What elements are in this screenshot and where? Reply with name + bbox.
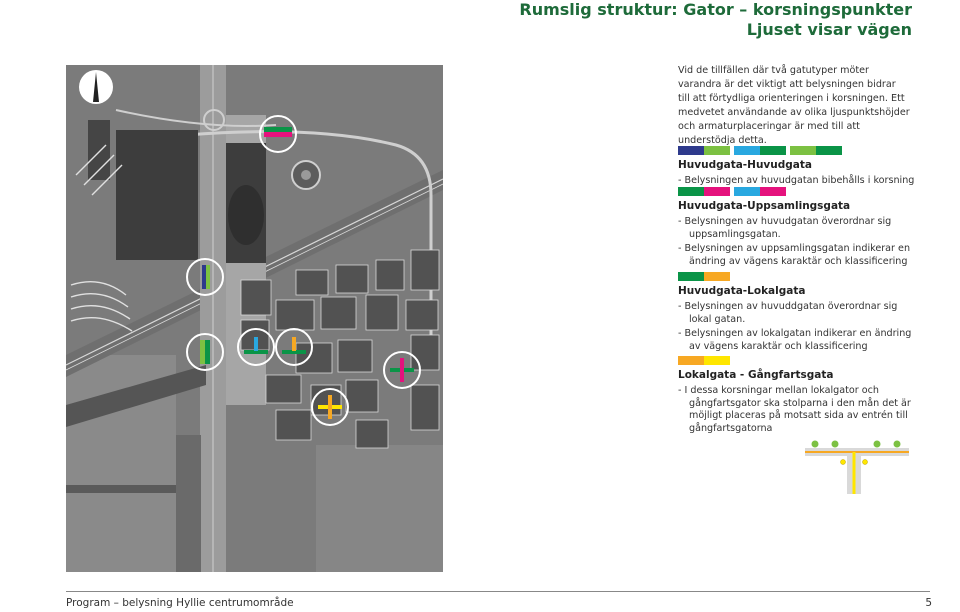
- bullet-item: - Belysningen av lokalgatan indikerar en…: [678, 328, 912, 352]
- footer-document-title: Program – belysning Hyllie centrumområde: [66, 597, 294, 609]
- swatch-cyan: [734, 187, 760, 196]
- color-swatch-group: [678, 356, 918, 365]
- swatch-yellow: [704, 356, 730, 365]
- bullet-text: Belysningen av huvudgatan bibehålls i ko…: [684, 175, 915, 186]
- bullet-item: - Belysningen av huvudgatan överordnar s…: [678, 216, 892, 240]
- page-title-line1: Rumslig struktur: Gator – korsningspunkt…: [519, 0, 912, 19]
- bullet-item: - Belysningen av uppsamlingsgatan indike…: [678, 243, 911, 267]
- swatch-dark-green: [678, 272, 704, 281]
- intro-paragraph: Vid de tillfällen där två gatutyper möte…: [678, 65, 910, 146]
- swatch-dark-green: [760, 146, 786, 155]
- section-huvudgata-lokalgata: Huvudgata-Lokalgata - Belysningen av huv…: [678, 272, 918, 355]
- swatch-pair: [790, 146, 842, 155]
- section-huvudgata-uppsamlingsgata: Huvudgata-Uppsamlingsgata - Belysningen …: [678, 187, 918, 270]
- section-title: Huvudgata-Uppsamlingsgata: [678, 200, 851, 212]
- swatch-orange: [678, 356, 704, 365]
- color-swatch-group: [678, 146, 918, 155]
- bullet-item: - I dessa korsningar mellan lokalgator o…: [678, 385, 911, 434]
- color-swatch-group: [678, 272, 918, 281]
- bullet-text: Belysningen av lokalgatan indikerar en ä…: [684, 328, 912, 352]
- bullet-item: - Belysningen av huvudgatan bibehålls i …: [678, 175, 915, 186]
- section-title: Lokalgata - Gångfartsgata: [678, 369, 834, 381]
- swatch-dark-green: [816, 146, 842, 155]
- swatch-pair: [678, 146, 730, 155]
- swatch-light-green: [704, 146, 730, 155]
- junction-diagram-drawing: [805, 440, 909, 494]
- swatch-magenta: [704, 187, 730, 196]
- swatch-pair: [678, 187, 730, 196]
- swatch-dark-green: [678, 187, 704, 196]
- swatch-orange: [704, 272, 730, 281]
- swatch-navy: [678, 146, 704, 155]
- site-plan-drawing: [66, 65, 443, 572]
- swatch-pair: [734, 146, 786, 155]
- section-huvudgata-huvudgata: Huvudgata-Huvudgata - Belysningen av huv…: [678, 146, 918, 190]
- bullet-text: Belysningen av huvudgatan överordnar sig…: [684, 216, 892, 240]
- section-lokalgata-gangfartsgata: Lokalgata - Gångfartsgata - I dessa kors…: [678, 356, 918, 437]
- swatch-pair: [734, 187, 786, 196]
- footer-divider: [66, 591, 930, 592]
- section-title: Huvudgata-Lokalgata: [678, 285, 806, 297]
- footer-page-number: 5: [925, 597, 932, 609]
- swatch-pair: [678, 356, 730, 365]
- site-plan-map: [66, 65, 443, 572]
- page-title-line2: Ljuset visar vägen: [746, 20, 912, 39]
- junction-diagram: [805, 438, 909, 494]
- bullet-item: - Belysningen av huvuddgatan överordnar …: [678, 301, 898, 325]
- swatch-pair: [678, 272, 730, 281]
- bullet-text: Belysningen av huvuddgatan överordnar si…: [684, 301, 898, 325]
- bullet-text: Belysningen av uppsamlingsgatan indikera…: [684, 243, 911, 267]
- swatch-cyan: [734, 146, 760, 155]
- section-title: Huvudgata-Huvudgata: [678, 159, 812, 171]
- swatch-light-green: [790, 146, 816, 155]
- color-swatch-group: [678, 187, 918, 196]
- swatch-magenta: [760, 187, 786, 196]
- bullet-text: I dessa korsningar mellan lokalgator och…: [684, 385, 911, 434]
